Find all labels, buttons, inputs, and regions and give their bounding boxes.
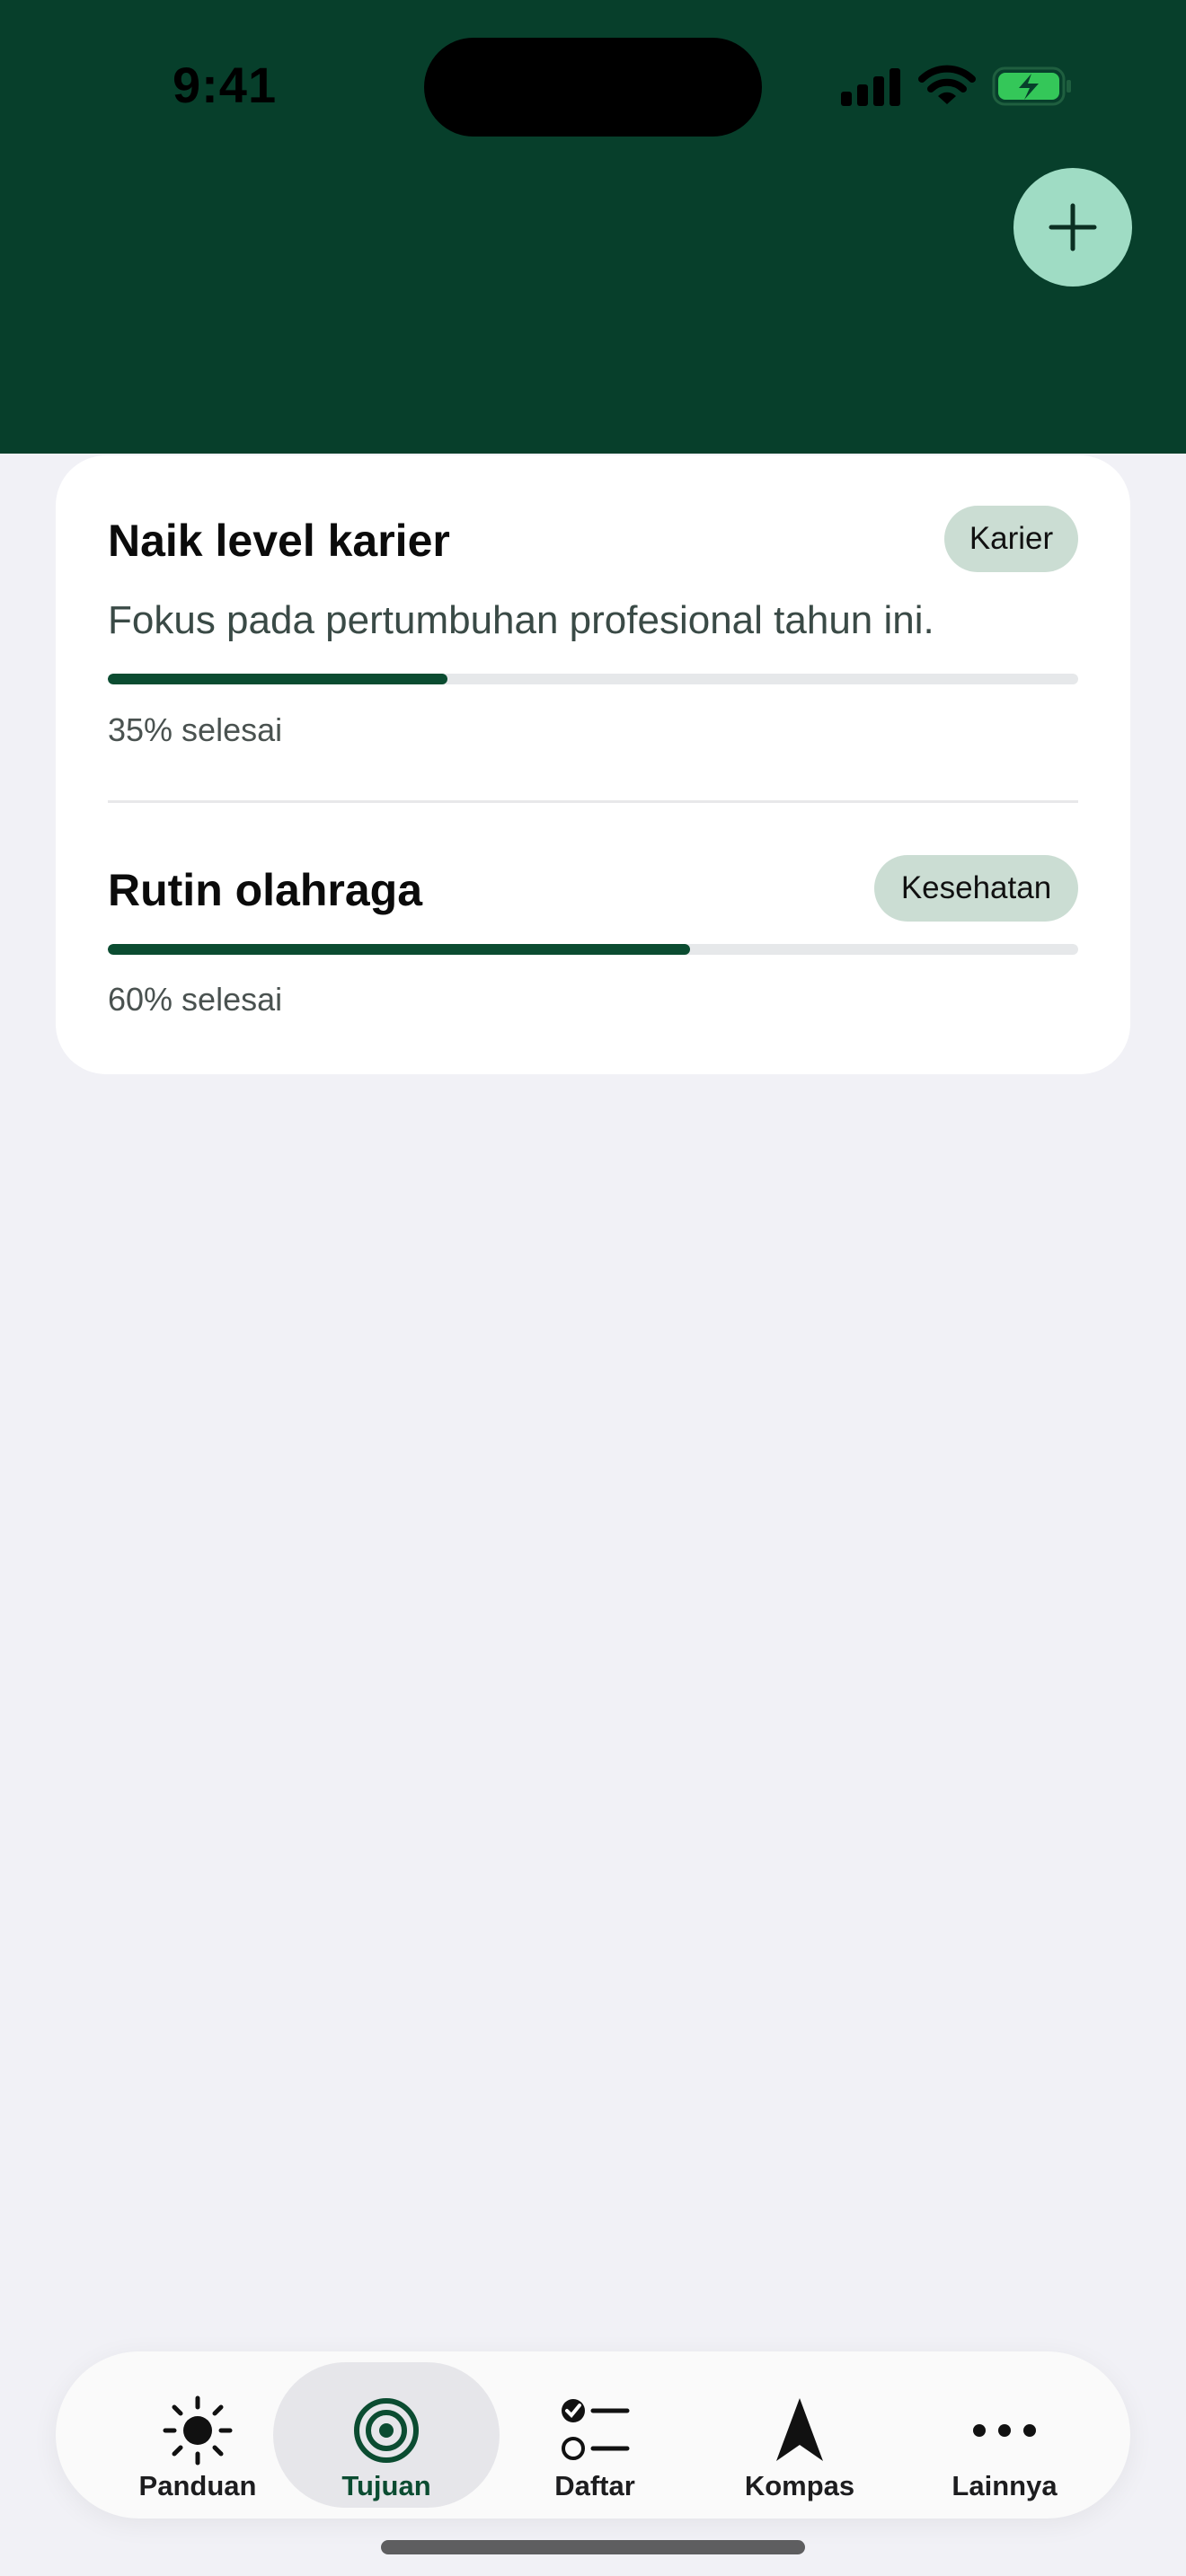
- goal-tag: Kesehatan: [874, 855, 1078, 922]
- goal-progress-bar: [108, 674, 1078, 684]
- navigation-arrow-icon: [764, 2395, 836, 2466]
- add-goal-button[interactable]: [1013, 168, 1132, 287]
- tab-tujuan[interactable]: Tujuan: [273, 2362, 500, 2508]
- battery-charging-icon: [992, 66, 1071, 106]
- goal-progress-fill: [108, 944, 690, 955]
- goal-tag: Karier: [944, 506, 1078, 572]
- status-time: 9:41: [173, 57, 278, 113]
- goal-progress-bar: [108, 944, 1078, 955]
- goal-progress-label: 60% selesai: [108, 981, 283, 1018]
- dynamic-island: [424, 38, 762, 137]
- tab-panduan[interactable]: Panduan: [95, 2362, 300, 2508]
- tab-lainnya[interactable]: Lainnya: [902, 2362, 1107, 2508]
- goals-card: Naik level karier Karier Fokus pada pert…: [56, 455, 1130, 1074]
- tab-label: Daftar: [554, 2470, 635, 2501]
- more-icon: [969, 2395, 1040, 2466]
- target-icon: [350, 2395, 422, 2466]
- tab-label: Panduan: [138, 2470, 257, 2501]
- goal-title[interactable]: Naik level karier: [108, 515, 450, 567]
- home-indicator: [381, 2540, 805, 2554]
- goal-progress-fill: [108, 674, 447, 684]
- tab-bar: Panduan Tujuan Daftar Kompas Lainnya: [56, 2351, 1130, 2519]
- wifi-icon: [918, 65, 976, 104]
- tab-label: Lainnya: [951, 2470, 1058, 2501]
- goal-title[interactable]: Rutin olahraga: [108, 864, 422, 916]
- tab-label: Kompas: [744, 2470, 855, 2501]
- header: 9:41: [0, 0, 1186, 454]
- tab-daftar[interactable]: Daftar: [492, 2362, 697, 2508]
- tab-kompas[interactable]: Kompas: [697, 2362, 902, 2508]
- sun-icon: [162, 2395, 234, 2466]
- tab-label: Tujuan: [341, 2470, 431, 2501]
- cellular-signal-icon: [841, 68, 900, 106]
- goal-progress-label: 35% selesai: [108, 711, 283, 748]
- checklist-icon: [559, 2395, 631, 2466]
- goal-description: Fokus pada pertumbuhan profesional tahun…: [108, 598, 934, 642]
- plus-icon: [1049, 203, 1097, 251]
- divider: [108, 800, 1078, 803]
